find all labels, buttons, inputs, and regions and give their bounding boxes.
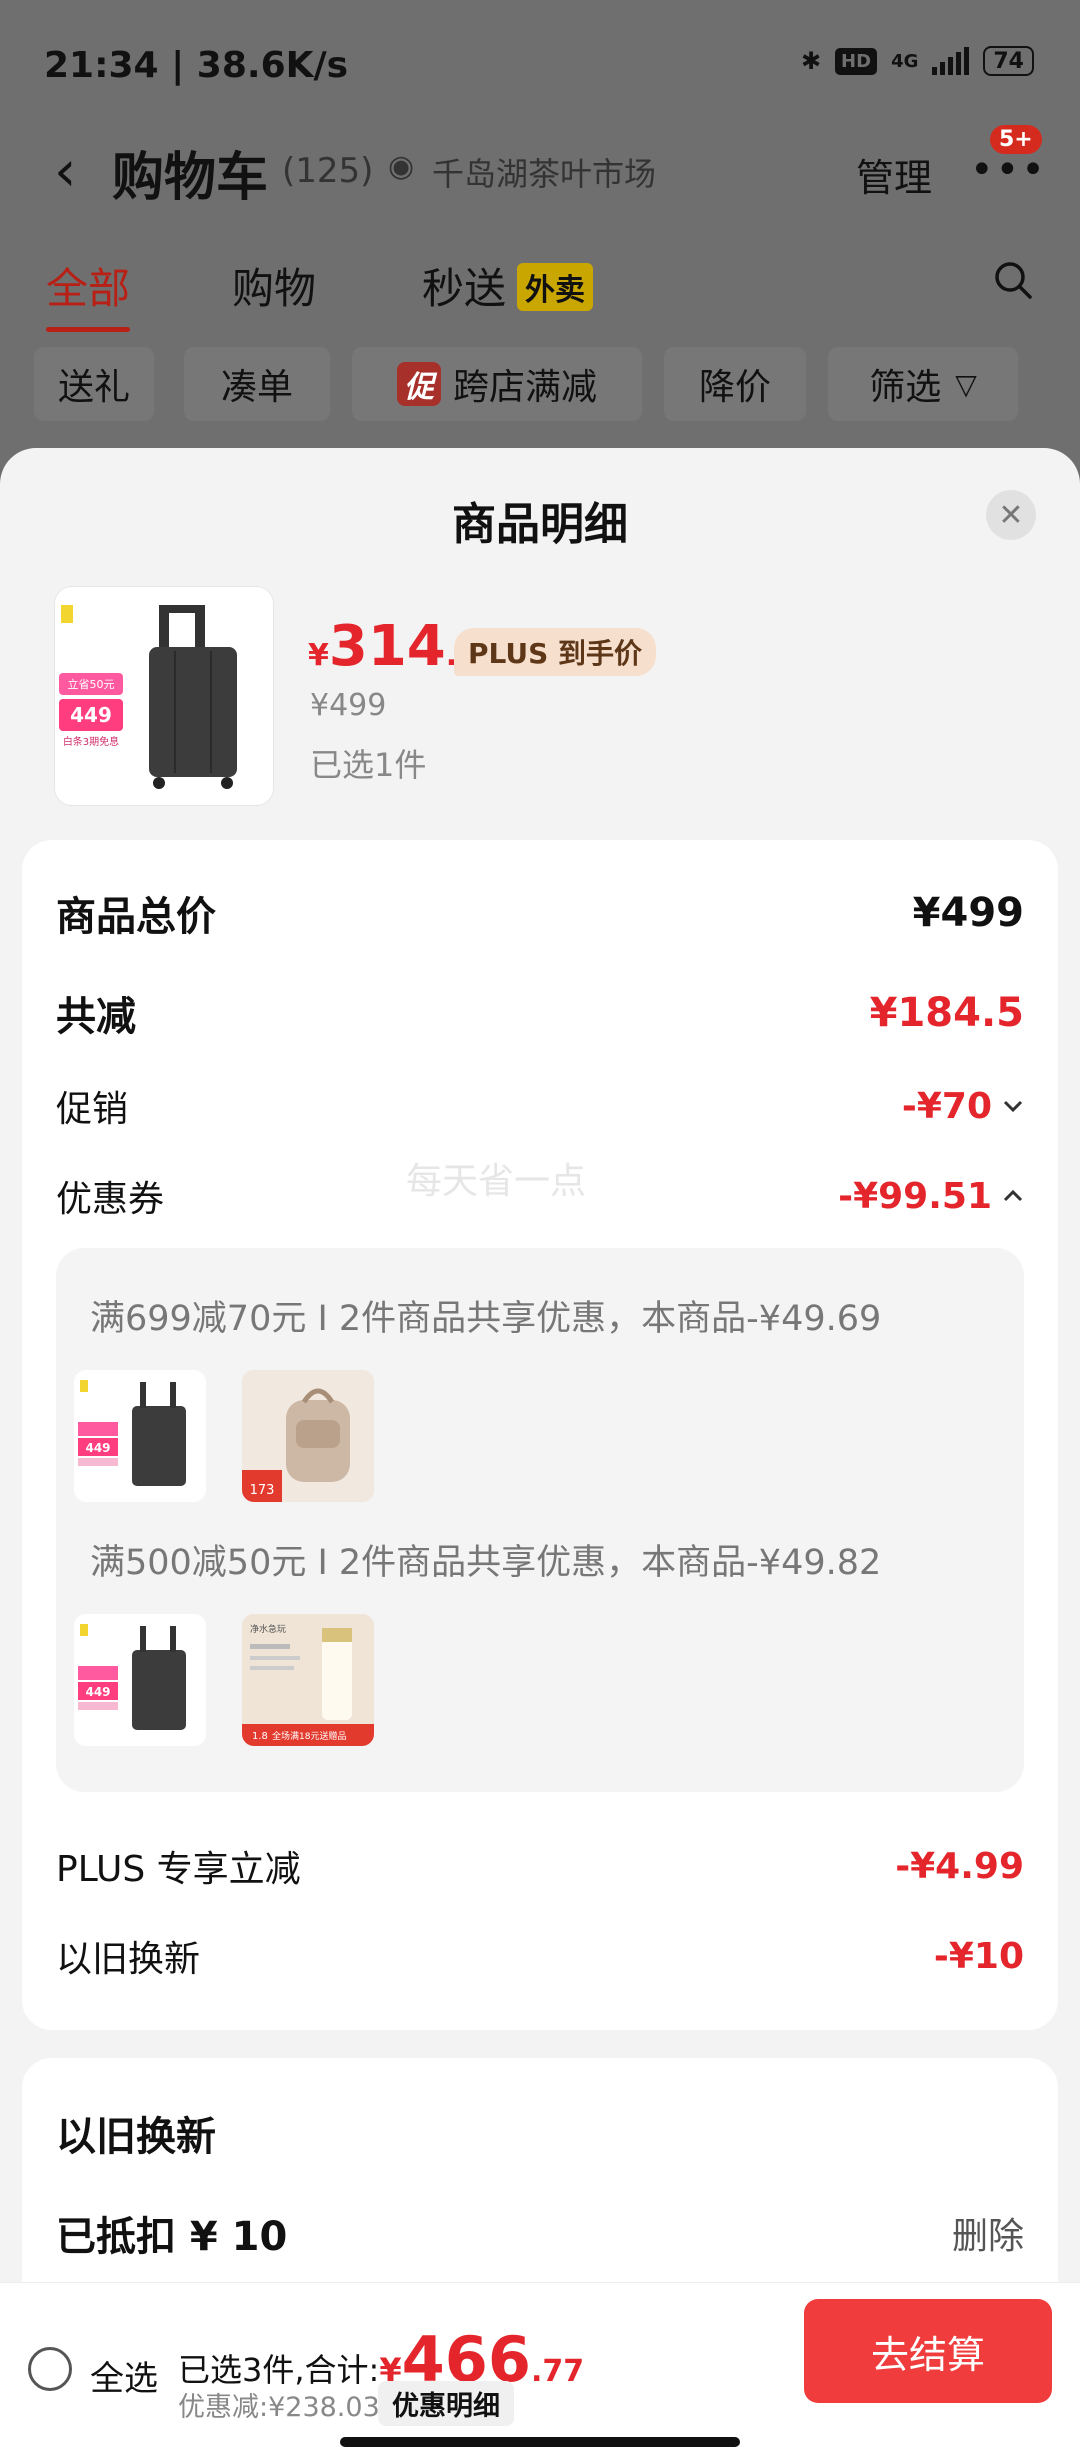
plus-reduce-label: PLUS 专享立减 xyxy=(56,1849,301,1890)
close-icon[interactable]: ✕ xyxy=(986,490,1036,540)
total-reduce-row: 共减 ¥184.5 xyxy=(56,984,1024,1042)
discount-total: 优惠减:¥238.03 xyxy=(178,2392,380,2423)
select-all-radio[interactable] xyxy=(28,2347,72,2391)
cart-count: (125) xyxy=(282,151,374,191)
thumb-price-text: 449 xyxy=(85,1685,110,1699)
total-price-label: 商品总价 xyxy=(56,894,216,940)
suitcase-image: 立省50元 449 白条3期免息 xyxy=(55,587,273,805)
tradein-deducted-row: 已抵扣 ¥ 10 删除 xyxy=(56,2204,1024,2262)
waimai-badge: 外卖 xyxy=(517,263,593,311)
promo-row[interactable]: 促销 -¥70 xyxy=(56,1080,1024,1132)
message-badge: 5+ xyxy=(990,125,1042,154)
checkout-bar: 全选 已选3件,合计: ¥ 466 .77 优惠减:¥238.03 优惠明细 去… xyxy=(0,2282,1080,2460)
tab-shopping[interactable]: 购物 xyxy=(232,255,316,316)
price-symbol: ¥ xyxy=(308,638,329,673)
cleanser-thumbnail[interactable]: 净水急玩 1.8 全场满18元送赠品 xyxy=(242,1614,374,1746)
tradein-card-title-row: 以旧换新 xyxy=(56,2104,1024,2162)
tab-all[interactable]: 全部 xyxy=(46,255,131,332)
chip-filter-label: 筛选 xyxy=(869,367,942,408)
coupon-label: 优惠券 xyxy=(56,1179,165,1220)
total-reduce-label: 共减 xyxy=(56,994,136,1040)
chip-price-drop[interactable]: 降价 xyxy=(664,347,806,421)
price-integer: 314 xyxy=(328,614,446,679)
item-detail-sheet: 商品明细 ✕ 立省50元 449 白条3期免息 ¥ 314 .5 PLUS 到手… xyxy=(0,448,1080,2460)
coupon-item-text: 满500减50元 I 2件商品共享优惠，本商品-¥49.82 xyxy=(90,1543,882,1583)
thumb-price-text: 449 xyxy=(85,1441,110,1455)
chip-combine[interactable]: 凑单 xyxy=(184,347,330,421)
home-indicator[interactable] xyxy=(340,2437,740,2447)
hd-icon: HD xyxy=(835,47,878,75)
chip-gift[interactable]: 送礼 xyxy=(34,347,154,421)
thumb-install-text: 白条3期免息 xyxy=(63,735,119,748)
coupon-value-wrap: -¥99.51 xyxy=(838,1176,1024,1217)
coupon-item-text: 满699减70元 I 2件商品共享优惠，本商品-¥49.69 xyxy=(90,1299,882,1339)
suitcase-thumbnail[interactable]: 449 xyxy=(74,1614,206,1746)
cart-page-background: 21:34 | 38.6K/s ✱ HD 4G 74 ‹ 购物车 (125) ◉… xyxy=(0,0,1080,470)
thumb-cream-brand-text: 净水急玩 xyxy=(250,1623,286,1635)
checkout-button[interactable]: 去结算 xyxy=(804,2299,1052,2403)
promo-value-wrap: -¥70 xyxy=(902,1086,1024,1127)
original-price: ¥499 xyxy=(310,688,387,723)
select-all-label[interactable]: 全选 xyxy=(90,2351,158,2400)
backpack-thumbnail[interactable]: 173 xyxy=(242,1370,374,1502)
tradein-deducted: 已抵扣 ¥ 10 xyxy=(56,2214,288,2260)
plus-price-tag: PLUS 到手价 xyxy=(454,628,657,676)
plus-reduce-value: -¥4.99 xyxy=(895,1845,1024,1887)
total-price-row: 商品总价 ¥499 xyxy=(56,884,1024,942)
suitcase-thumbnail[interactable]: 449 xyxy=(74,1370,206,1502)
total-reduce-value: ¥184.5 xyxy=(869,990,1024,1036)
network-label: 4G xyxy=(891,50,919,72)
tradein-row: 以旧换新 -¥10 xyxy=(56,1930,1024,1982)
tradein-card-title: 以旧换新 xyxy=(56,2114,216,2160)
selected-count: 已选1件 xyxy=(310,746,427,784)
price-breakdown-card: 商品总价 ¥499 共减 ¥184.5 促销 -¥70 每天省一点 优惠券 -¥… xyxy=(22,840,1058,2030)
status-time: 21:34 | 38.6K/s xyxy=(44,45,349,86)
discount-detail-button[interactable]: 优惠明细 xyxy=(378,2381,514,2426)
delete-button[interactable]: 删除 xyxy=(952,2207,1024,2259)
battery-icon: 74 xyxy=(983,46,1034,76)
tab-instant[interactable]: 秒送 xyxy=(422,255,506,316)
status-icons: ✱ HD 4G 74 xyxy=(801,46,1034,76)
coupon-detail-box: 满699减70元 I 2件商品共享优惠，本商品-¥49.69 449 173 满… xyxy=(56,1248,1024,1792)
thumb-coupon-text: 立省50元 xyxy=(68,677,115,691)
thumb-cream-price-text: 1.8 xyxy=(252,1731,268,1742)
promo-cu-badge: 促 xyxy=(396,362,441,406)
chip-filter[interactable]: 筛选 ▽ xyxy=(828,347,1018,421)
coupon-row[interactable]: 优惠券 -¥99.51 xyxy=(56,1170,1024,1222)
search-icon[interactable] xyxy=(993,260,1033,300)
chevron-down-icon[interactable] xyxy=(1002,1095,1024,1117)
product-price: ¥ 314 .5 xyxy=(308,614,478,679)
chip-cross-store-label: 跨店满减 xyxy=(452,367,597,408)
store-link[interactable]: 千岛湖茶叶市场 xyxy=(432,149,656,195)
coupon-value: -¥99.51 xyxy=(838,1175,992,1217)
cart-tabs: 全部 购物 秒送 外卖 xyxy=(0,255,1080,332)
manage-button[interactable]: 管理 xyxy=(856,147,932,202)
bluetooth-icon: ✱ xyxy=(800,47,822,75)
tradein-label: 以旧换新 xyxy=(56,1939,201,1980)
eye-icon: ◉ xyxy=(388,149,415,184)
chevron-up-icon[interactable] xyxy=(1002,1185,1024,1207)
total-price-value: ¥499 xyxy=(912,890,1024,936)
promo-value: -¥70 xyxy=(901,1085,992,1127)
signal-icon xyxy=(932,47,970,75)
total-decimal: .77 xyxy=(531,2354,585,2389)
tradein-value: -¥10 xyxy=(933,1935,1024,1977)
cart-nav-bar: ‹ 购物车 (125) ◉ 千岛湖茶叶市场 管理 ••• 5+ xyxy=(0,125,1080,215)
thumb-bag-price-text: 173 xyxy=(250,1483,275,1498)
thumb-cream-promo-text: 全场满18元送赠品 xyxy=(272,1730,346,1742)
chevron-left-icon[interactable]: ‹ xyxy=(54,139,76,204)
product-image: 立省50元 449 白条3期免息 xyxy=(54,586,274,806)
chip-cross-store[interactable]: 促跨店满减 xyxy=(352,347,642,421)
thumb-price-text: 449 xyxy=(70,703,112,727)
filter-chips: 送礼 凑单 促跨店满减 降价 筛选 ▽ xyxy=(0,347,1080,421)
plus-reduce-row: PLUS 专享立减 -¥4.99 xyxy=(56,1840,1024,1892)
promo-label: 促销 xyxy=(56,1089,129,1130)
page-title: 购物车 xyxy=(112,148,269,208)
sheet-title: 商品明细 xyxy=(452,499,628,550)
filter-funnel-icon: ▽ xyxy=(955,367,977,401)
